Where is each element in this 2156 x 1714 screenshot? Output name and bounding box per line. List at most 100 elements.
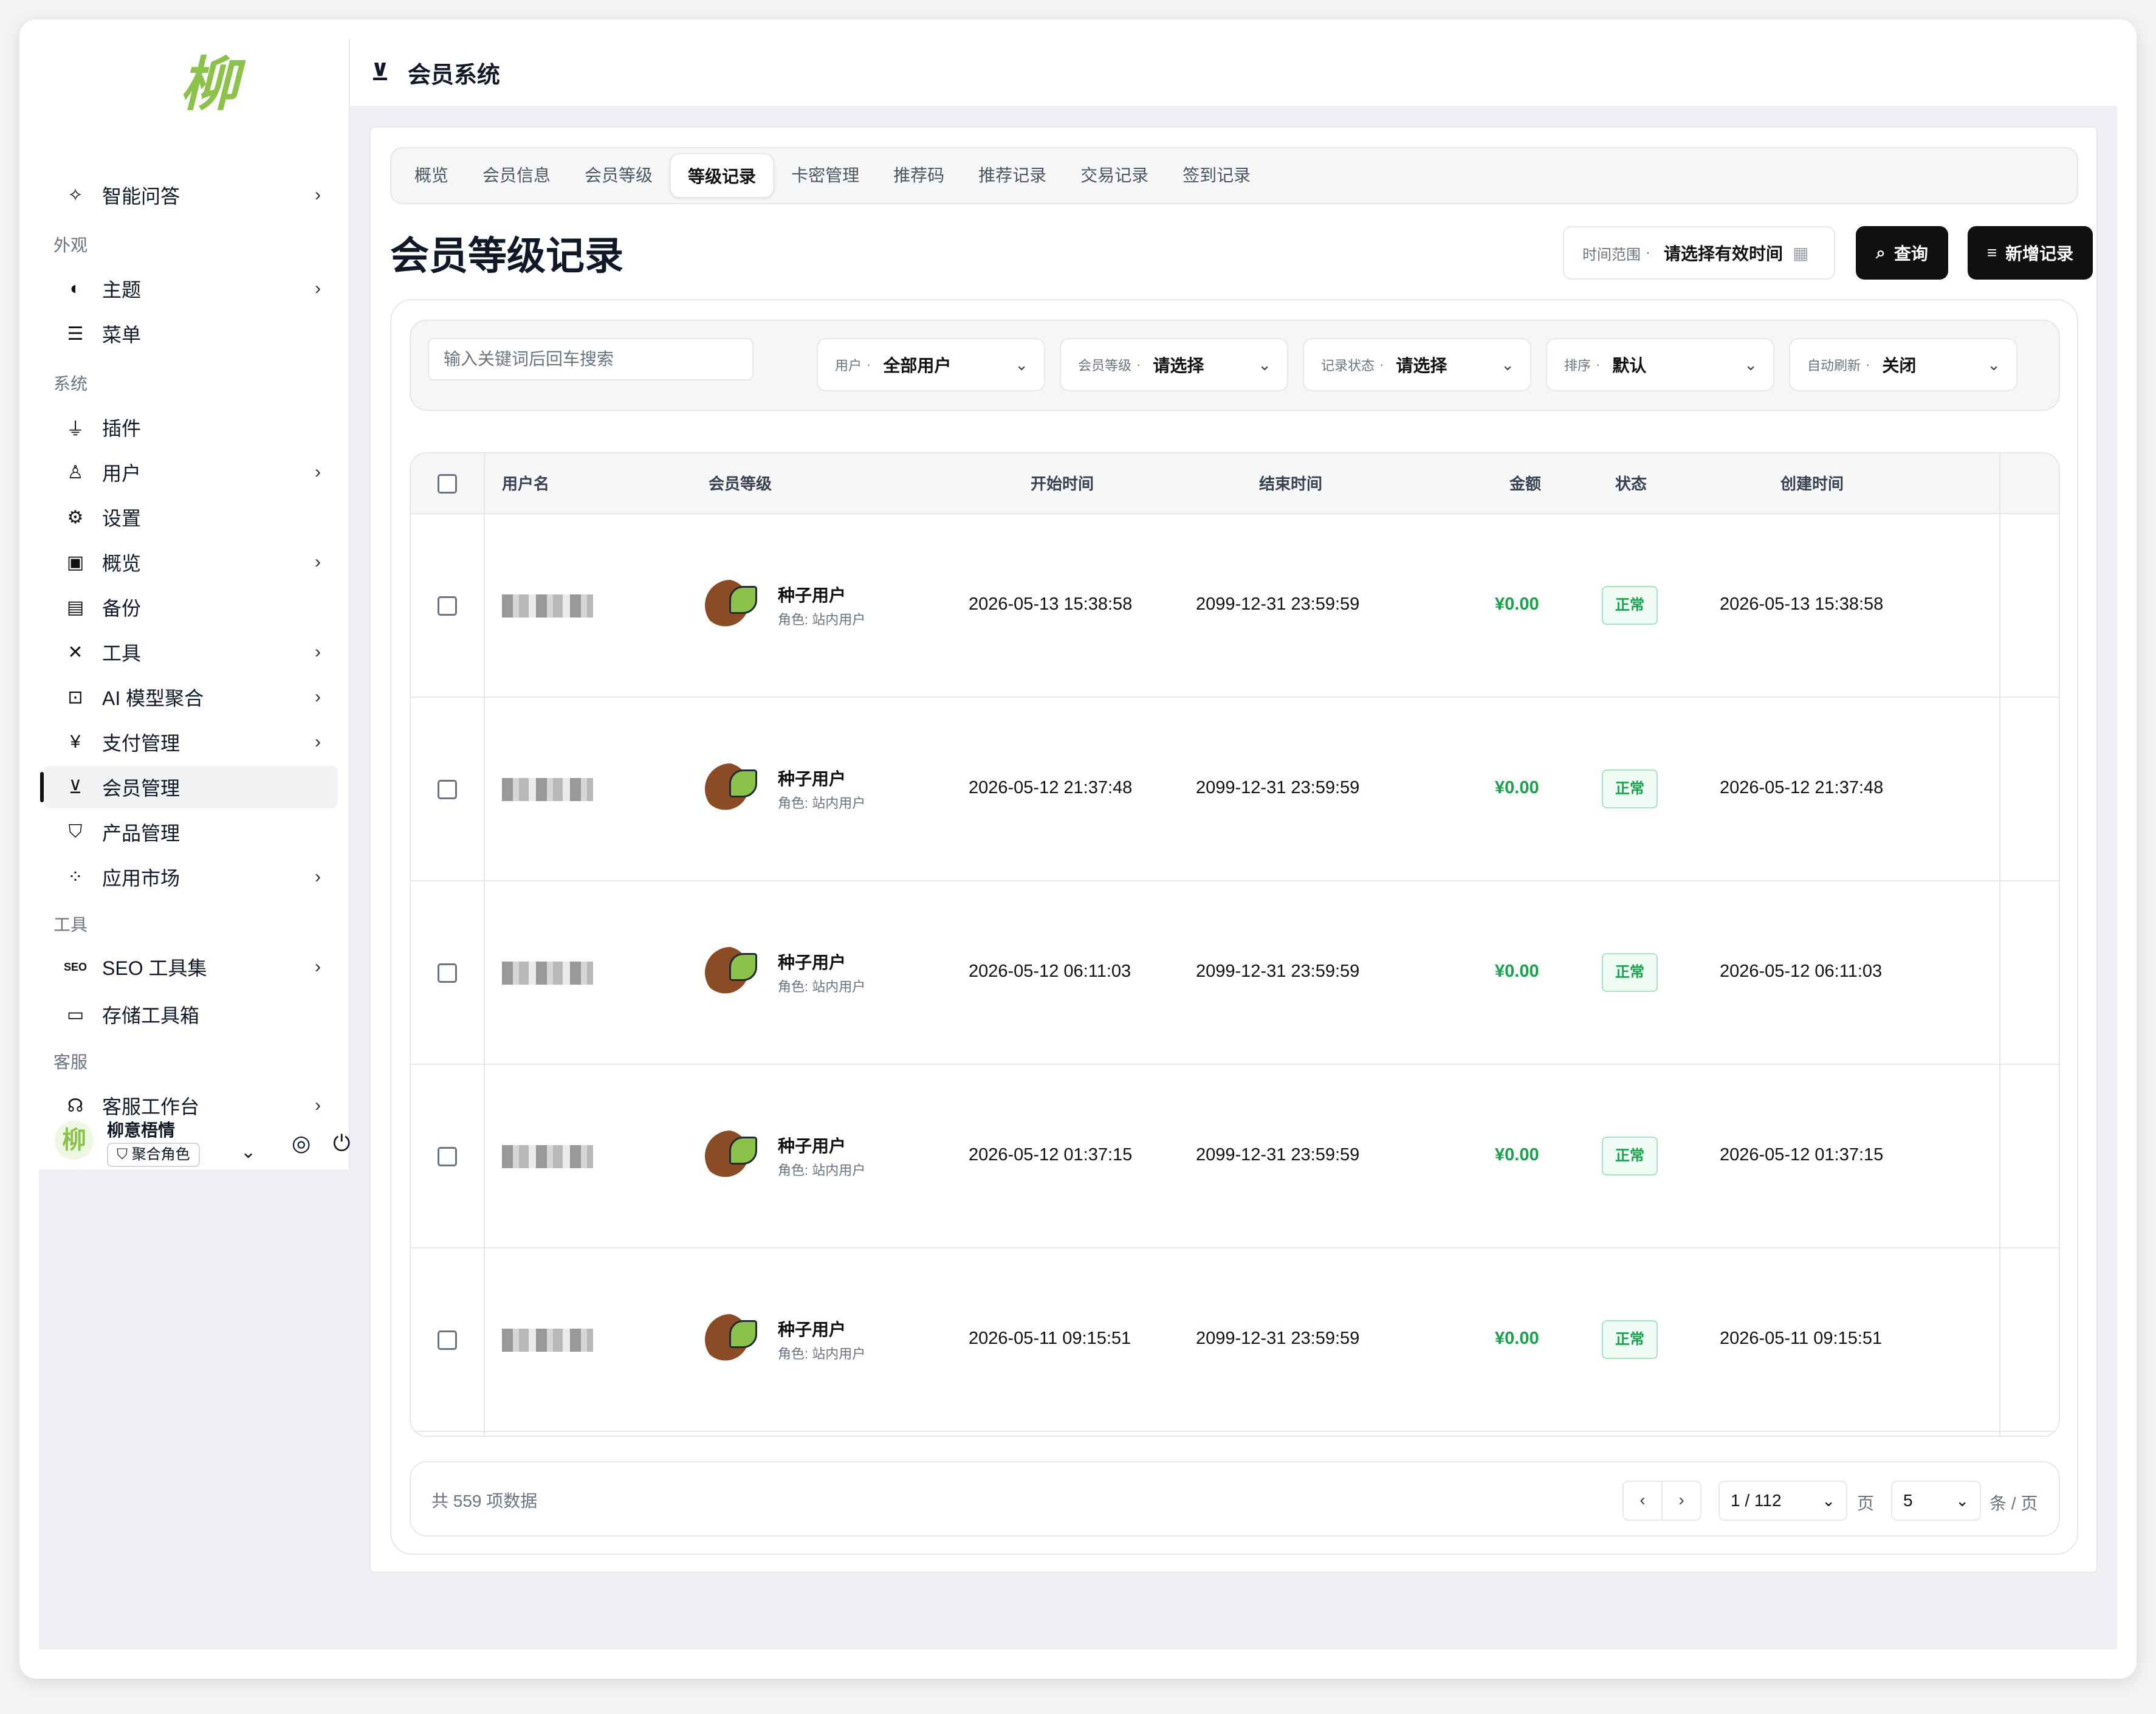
filter-select[interactable]: 会员等级 · 请选择 ⌄ (1060, 338, 1288, 391)
sidebar-item[interactable]: ✧ 智能问答 › (44, 174, 338, 216)
status-badge: 正常 (1602, 769, 1658, 808)
sidebar-section-title: 客服 (53, 1053, 88, 1072)
sidebar-item[interactable]: SEO SEO 工具集 › (44, 946, 338, 988)
time-range-picker[interactable]: 时间范围 · 请选择有效时间 ▦ (1563, 226, 1835, 280)
username-redacted (502, 1145, 593, 1168)
sidebar-item[interactable]: ▭ 存储工具箱 (44, 993, 338, 1036)
sidebar-item[interactable]: ⛉ 产品管理 (44, 811, 338, 853)
filter-select[interactable]: 记录状态 · 请选择 ⌄ (1303, 338, 1531, 391)
sidebar-item[interactable]: ⁘ 应用市场 › (44, 856, 338, 898)
row-checkbox[interactable] (438, 596, 457, 616)
tab[interactable]: 交易记录 (1063, 153, 1166, 198)
user-panel: 柳 柳意梧情 ⛉ 聚合角色 ⌄ ◎ ⏻ (49, 1115, 350, 1169)
start-time: 2026-05-12 01:37:15 (969, 1145, 1133, 1165)
chevron-right-icon: › (315, 185, 321, 205)
tools-icon: ✕ (67, 642, 83, 663)
tab[interactable]: 概览 (397, 153, 465, 198)
yen-icon: ¥ (70, 732, 81, 752)
header-title: 会员系统 (407, 62, 500, 88)
seed-level-icon (705, 1131, 757, 1182)
filter-value: 关闭 (1882, 356, 1917, 375)
prev-page-button[interactable]: ‹ (1622, 1481, 1663, 1521)
col-username: 用户名 (502, 475, 550, 493)
records-panel: 输入关键词后回车搜索 用户 · 全部用户 ⌄ 会员等级 · 请选择 ⌄ 记录状态 · 请选择 ⌄ 排序 ·… (390, 299, 2078, 1555)
avatar[interactable]: 柳 (55, 1121, 94, 1160)
row-checkbox[interactable] (438, 1147, 457, 1166)
username-redacted (502, 594, 593, 618)
sidebar-item[interactable]: ▣ 概览 › (44, 541, 338, 583)
status-badge: 正常 (1602, 1137, 1658, 1175)
page-select[interactable]: 1 / 112 ⌄ (1718, 1481, 1847, 1521)
sparkle-icon: ✧ (67, 185, 83, 205)
logout-icon[interactable]: ⏻ (333, 1131, 350, 1157)
main-card: 概览 会员信息 会员等级 等级记录 卡密管理 推荐码 推荐记录 交易记录 签到记录 会员等级记录… (369, 126, 2098, 1573)
chevron-right-icon: › (315, 867, 321, 887)
row-checkbox[interactable] (438, 1330, 457, 1350)
username-redacted (502, 1329, 593, 1352)
created-time: 2026-05-11 09:15:51 (1720, 1329, 1883, 1348)
chevron-right-icon: › (315, 278, 321, 298)
row-checkbox[interactable] (438, 963, 457, 983)
table-row[interactable]: 种子用户 角色: 站内用户 2026-05-12 01:37:15 2099-12-3… (411, 1065, 2059, 1248)
filter-select[interactable]: 排序 · 默认 ⌄ (1546, 338, 1774, 391)
user-icon: ♙ (67, 462, 84, 483)
sidebar-item[interactable]: ♙ 用户 › (44, 451, 338, 494)
list-add-icon: ≡ (1986, 243, 1997, 262)
page-size-select[interactable]: 5 ⌄ (1891, 1481, 1981, 1521)
status-badge: 正常 (1602, 953, 1658, 992)
search-input[interactable]: 输入关键词后回车搜索 (428, 338, 754, 380)
chevron-down-icon[interactable]: ⌄ (241, 1141, 256, 1163)
level-name: 种子用户 (778, 769, 846, 788)
add-record-button[interactable]: ≡ 新增记录 (1968, 226, 2093, 280)
sidebar-item[interactable]: ⊻ 会员管理 (40, 766, 338, 808)
filter-bar: 输入关键词后回车搜索 用户 · 全部用户 ⌄ 会员等级 · 请选择 ⌄ 记录状态 · 请选择 ⌄ 排序 ·… (410, 320, 2060, 411)
amount: ¥0.00 (1495, 778, 1539, 797)
tab[interactable]: 等级记录 (670, 153, 775, 198)
col-level: 会员等级 (709, 475, 772, 493)
search-icon: ⌕ (1876, 243, 1886, 262)
tab[interactable]: 推荐记录 (961, 153, 1063, 198)
col-end: 结束时间 (1259, 475, 1323, 493)
filter-select[interactable]: 自动刷新 · 关闭 ⌄ (1789, 338, 2017, 391)
col-start: 开始时间 (1031, 475, 1094, 493)
table-row[interactable]: 种子用户 角色: 站内用户 2026-05-11 09:15:51 2099-12-3… (411, 1248, 2059, 1432)
col-status: 状态 (1615, 475, 1647, 493)
top-header: ⊻ 会员系统 (350, 39, 2117, 106)
sidebar-item[interactable]: ✕ 工具 › (44, 631, 338, 673)
sidebar-item[interactable]: ⏚ 插件 (44, 406, 338, 449)
sidebar-item[interactable]: ▤ 备份 (44, 586, 338, 628)
sidebar-item-label: 概览 (102, 552, 142, 574)
sidebar-section-title: 外观 (53, 236, 88, 255)
tab[interactable]: 签到记录 (1166, 153, 1268, 198)
filter-label: 会员等级 (1078, 358, 1132, 373)
sidebar-item[interactable]: ¥ 支付管理 › (44, 721, 338, 763)
table-row[interactable]: 种子用户 角色: 站内用户 2026-05-12 06:11:03 2099-12-3… (411, 881, 2059, 1065)
add-record-label: 新增记录 (2005, 244, 2074, 263)
filter-value: 全部用户 (883, 356, 952, 375)
tab[interactable]: 推荐码 (876, 153, 961, 198)
seed-level-icon (705, 1314, 757, 1365)
query-button[interactable]: ⌕ 查询 (1856, 226, 1948, 280)
chevron-down-icon: ⌄ (1987, 355, 2000, 374)
table-row[interactable]: 种子用户 角色: 站内用户 2026-05-12 21:37:48 2099-12-3… (411, 698, 2059, 881)
filter-value: 请选择 (1396, 356, 1447, 375)
tab[interactable]: 会员等级 (568, 153, 670, 198)
tab[interactable]: 卡密管理 (774, 153, 876, 198)
time-range-label: 时间范围 (1582, 246, 1641, 263)
select-all-checkbox[interactable] (438, 474, 457, 494)
row-checkbox[interactable] (438, 780, 457, 799)
sidebar-item[interactable]: ◐ 主题 › (44, 267, 338, 310)
sidebar-item[interactable]: ⚙ 设置 (44, 496, 338, 539)
status-badge: 正常 (1602, 586, 1658, 625)
table-row[interactable]: 种子用户 角色: 站内用户 2026-05-13 15:38:58 2099-12-3… (411, 514, 2059, 698)
role-badge[interactable]: ⛉ 聚合角色 (107, 1143, 200, 1167)
next-page-button[interactable]: › (1661, 1481, 1701, 1521)
sidebar-item[interactable]: ⊡ AI 模型聚合 › (44, 676, 338, 718)
created-time: 2026-05-12 01:37:15 (1720, 1145, 1884, 1165)
sidebar-item[interactable]: ☰ 菜单 (44, 312, 338, 355)
sidebar: 柳 ✧ 智能问答 › 外观 ◐ 主题 › ☰ 菜单 系统 ⏚ 插件 ♙ 用户 › ⚙ 设置 ▣ 概览 › ▤ 备份 ✕ 工具 ›… (39, 39, 350, 1169)
level-name: 种子用户 (778, 1320, 846, 1339)
user-circle-icon[interactable]: ◎ (292, 1131, 311, 1156)
tab[interactable]: 会员信息 (465, 153, 568, 198)
filter-select[interactable]: 用户 · 全部用户 ⌄ (817, 338, 1045, 391)
